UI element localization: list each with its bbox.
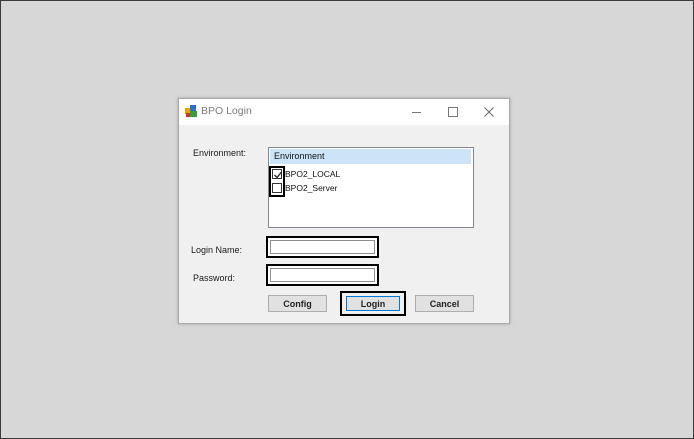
list-item-label: BPO2_LOCAL xyxy=(285,168,341,179)
maximize-button[interactable] xyxy=(442,103,464,121)
environment-label: Environment: xyxy=(193,148,247,158)
close-button[interactable] xyxy=(478,103,500,121)
app-icon xyxy=(185,105,198,118)
login-name-field[interactable] xyxy=(266,236,379,258)
login-button[interactable]: Login xyxy=(346,296,400,311)
password-label: Password: xyxy=(193,273,236,283)
cancel-button[interactable]: Cancel xyxy=(415,295,474,312)
password-inner xyxy=(270,268,375,282)
title-bar[interactable]: BPO Login xyxy=(179,99,509,125)
config-button[interactable]: Config xyxy=(268,295,327,312)
close-icon xyxy=(484,107,494,117)
minimize-button[interactable] xyxy=(405,103,427,121)
login-dialog: BPO Login Environment: Environment BPO2_… xyxy=(178,98,510,324)
login-button-highlight: Login xyxy=(340,291,406,316)
environment-list-header: Environment xyxy=(270,149,471,164)
minimize-icon xyxy=(411,111,421,113)
window-title: BPO Login xyxy=(201,105,252,117)
environment-listbox[interactable]: Environment BPO2_LOCAL BPO2_Server xyxy=(268,147,474,228)
login-name-inner xyxy=(270,240,375,254)
maximize-icon xyxy=(448,107,458,117)
password-field[interactable] xyxy=(266,264,379,286)
login-name-label: Login Name: xyxy=(191,245,243,255)
checkbox-highlight-box xyxy=(269,166,285,197)
list-item-label: BPO2_Server xyxy=(285,182,338,193)
